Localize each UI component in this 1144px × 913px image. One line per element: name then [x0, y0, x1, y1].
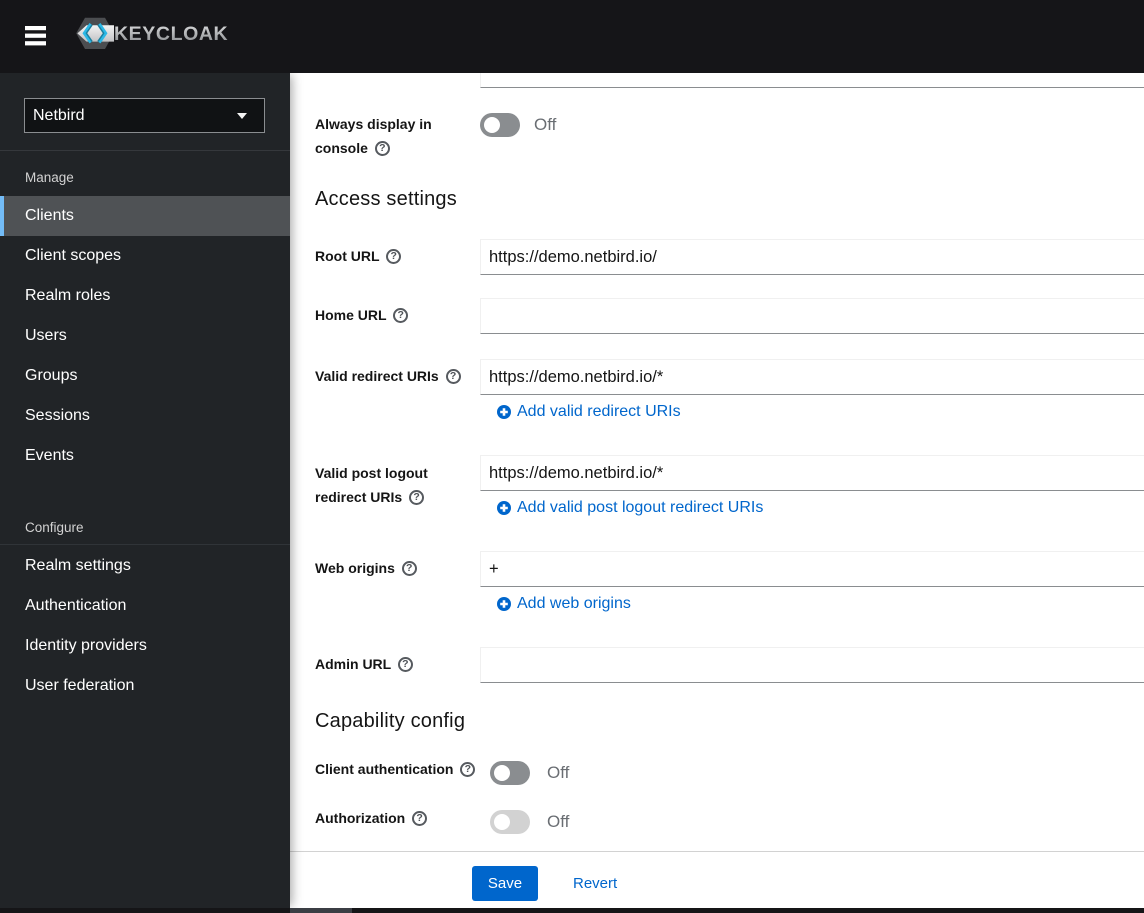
svg-text:KEYCLOAK: KEYCLOAK: [114, 23, 228, 45]
